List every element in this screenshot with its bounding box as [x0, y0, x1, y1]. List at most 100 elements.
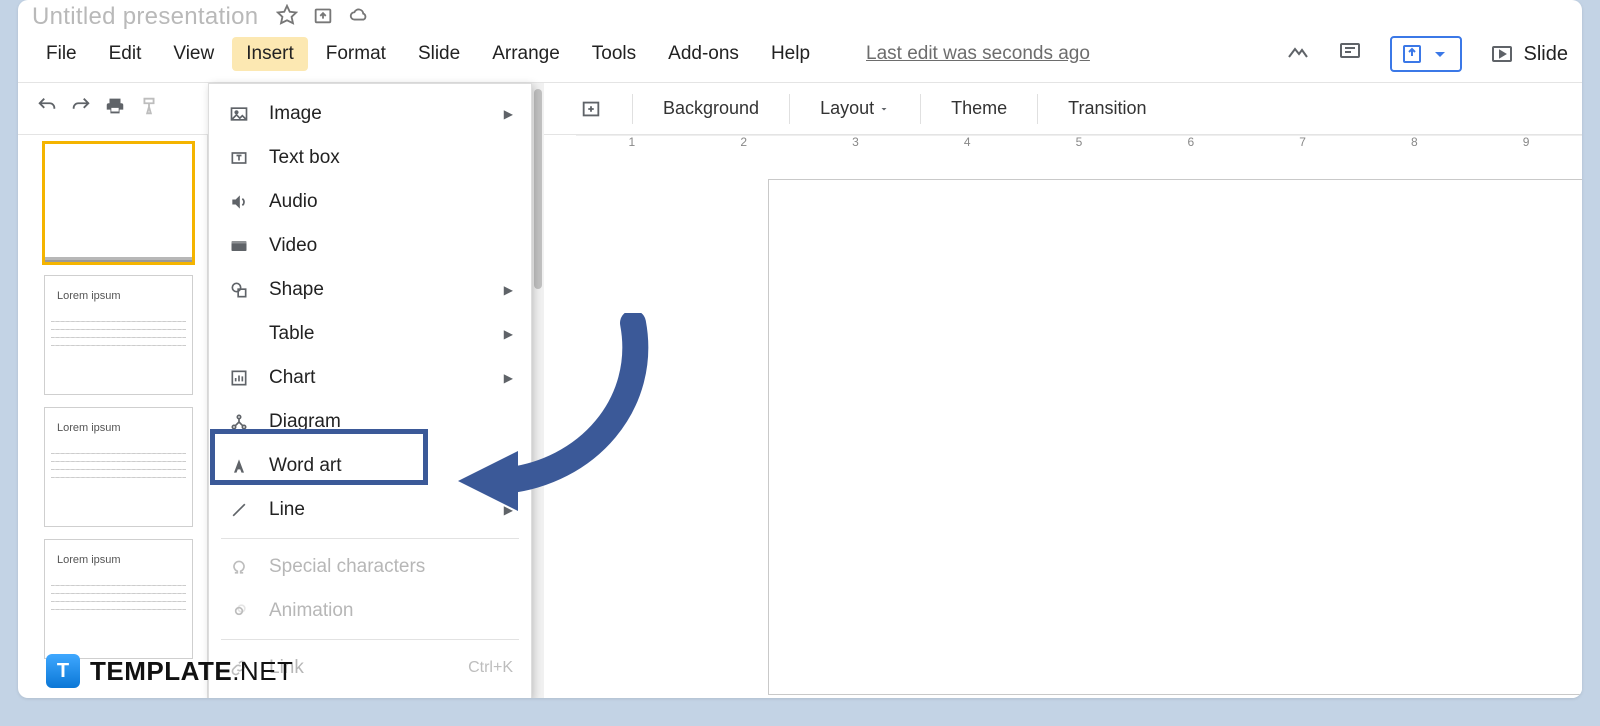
textbox-icon [227, 148, 251, 168]
workarea: Lorem ipsum Lorem ipsum Lorem ipsum Back… [18, 83, 1582, 698]
insert-wordart[interactable]: Word art [209, 444, 531, 488]
dd-label: Animation [269, 600, 354, 622]
comments-icon[interactable] [1338, 40, 1362, 69]
dd-label: Shape [269, 279, 324, 301]
video-icon [227, 236, 251, 256]
slide-thumbnail-3[interactable]: Lorem ipsum [44, 407, 193, 527]
insert-line[interactable]: Line ▶ [209, 488, 531, 532]
slide-thumbnail-2[interactable]: Lorem ipsum [44, 275, 193, 395]
redo-icon[interactable] [70, 95, 92, 122]
ruler-tick: 2 [688, 135, 800, 157]
menu-slide[interactable]: Slide [404, 37, 474, 71]
dd-label: Text box [269, 147, 340, 169]
submenu-arrow-icon: ▶ [504, 327, 513, 341]
new-slide-icon[interactable] [570, 92, 612, 126]
theme-button[interactable]: Theme [941, 92, 1017, 125]
undo-icon[interactable] [36, 95, 58, 122]
submenu-arrow-icon: ▶ [504, 283, 513, 297]
shape-icon [227, 280, 251, 300]
menu-file[interactable]: File [32, 37, 91, 71]
diagram-icon [227, 412, 251, 432]
menu-edit[interactable]: Edit [95, 37, 156, 71]
submenu-arrow-icon: ▶ [504, 503, 513, 517]
ruler-tick: 3 [800, 135, 912, 157]
thumb-text: Lorem ipsum [57, 290, 121, 302]
thumb-text: Lorem ipsum [57, 422, 121, 434]
dd-label: Image [269, 103, 322, 125]
dd-label: Audio [269, 191, 318, 213]
insert-video[interactable]: Video [209, 224, 531, 268]
image-icon [227, 104, 251, 124]
insert-table[interactable]: Table ▶ [209, 312, 531, 356]
submenu-arrow-icon: ▶ [504, 371, 513, 385]
slides-panel[interactable]: Lorem ipsum Lorem ipsum Lorem ipsum [18, 83, 208, 698]
audio-icon [227, 192, 251, 212]
title-icons [276, 4, 370, 31]
insert-image[interactable]: Image ▶ [209, 92, 531, 136]
dd-label: Video [269, 235, 317, 257]
menubar: File Edit View Insert Format Slide Arran… [18, 30, 1582, 83]
background-button[interactable]: Background [653, 92, 769, 125]
menu-addons[interactable]: Add-ons [654, 37, 753, 71]
print-icon[interactable] [104, 95, 126, 122]
header-right-icons: Slide [1286, 36, 1568, 72]
ruler-tick: 8 [1358, 135, 1470, 157]
dd-label: Table [269, 323, 314, 345]
insert-dropdown: Image ▶ Text box Audio Video Shape ▶ Table… [208, 83, 532, 698]
animation-icon [227, 601, 251, 621]
doc-title[interactable]: Untitled presentation [32, 3, 258, 31]
layout-button[interactable]: Layout [810, 92, 900, 125]
insert-diagram[interactable]: Diagram [209, 400, 531, 444]
omega-icon [227, 557, 251, 577]
ruler-tick: 5 [1023, 135, 1135, 157]
app-frame: Untitled presentation File Edit View Ins… [18, 0, 1582, 698]
dd-label: Special characters [269, 556, 425, 578]
present-button[interactable]: Slide [1490, 42, 1568, 66]
slide-thumbnail-1[interactable] [44, 143, 193, 263]
watermark-logo: T [46, 654, 80, 688]
menu-tools[interactable]: Tools [578, 37, 650, 71]
menu-format[interactable]: Format [312, 37, 400, 71]
slide-thumbnail-4[interactable]: Lorem ipsum [44, 539, 193, 659]
move-icon[interactable] [312, 4, 334, 31]
insert-animation: Animation [209, 589, 531, 633]
dropdown-scrollbar[interactable] [532, 83, 544, 698]
dd-label: Word art [269, 455, 342, 477]
paint-format-icon[interactable] [138, 95, 160, 122]
cloud-icon[interactable] [348, 4, 370, 31]
titlebar: Untitled presentation [18, 0, 1582, 30]
submenu-arrow-icon: ▶ [504, 107, 513, 121]
watermark: T TEMPLATE.NET [46, 654, 293, 688]
menu-insert[interactable]: Insert [232, 37, 308, 71]
watermark-text: TEMPLATE.NET [90, 656, 293, 687]
menu-help[interactable]: Help [757, 37, 824, 71]
line-icon [227, 500, 251, 520]
ruler-tick: 9 [1470, 135, 1582, 157]
ruler: 1 2 3 4 5 6 7 8 9 [576, 135, 1582, 157]
insert-special-chars: Special characters [209, 545, 531, 589]
menu-arrange[interactable]: Arrange [478, 37, 574, 71]
ruler-tick: 1 [576, 135, 688, 157]
present-label: Slide [1524, 43, 1568, 66]
chart-icon [227, 368, 251, 388]
insert-audio[interactable]: Audio [209, 180, 531, 224]
dd-label: Diagram [269, 411, 341, 433]
transition-button[interactable]: Transition [1058, 92, 1156, 125]
menu-separator [221, 538, 519, 539]
insert-shape[interactable]: Shape ▶ [209, 268, 531, 312]
insert-chart[interactable]: Chart▶ [209, 356, 531, 400]
canvas-toolbar: Background Layout Theme Transition [538, 83, 1582, 135]
star-icon[interactable] [276, 4, 298, 31]
shortcut-label: Ctrl+K [468, 659, 513, 677]
thumb-text: Lorem ipsum [57, 554, 121, 566]
slide-canvas[interactable] [768, 179, 1582, 695]
insert-textbox[interactable]: Text box [209, 136, 531, 180]
last-edit-link[interactable]: Last edit was seconds ago [866, 43, 1090, 65]
menu-separator [221, 639, 519, 640]
ruler-tick: 7 [1247, 135, 1359, 157]
activity-icon[interactable] [1286, 40, 1310, 69]
share-button[interactable] [1390, 36, 1462, 72]
dd-label: Line [269, 499, 305, 521]
menu-view[interactable]: View [159, 37, 228, 71]
ruler-tick: 4 [911, 135, 1023, 157]
